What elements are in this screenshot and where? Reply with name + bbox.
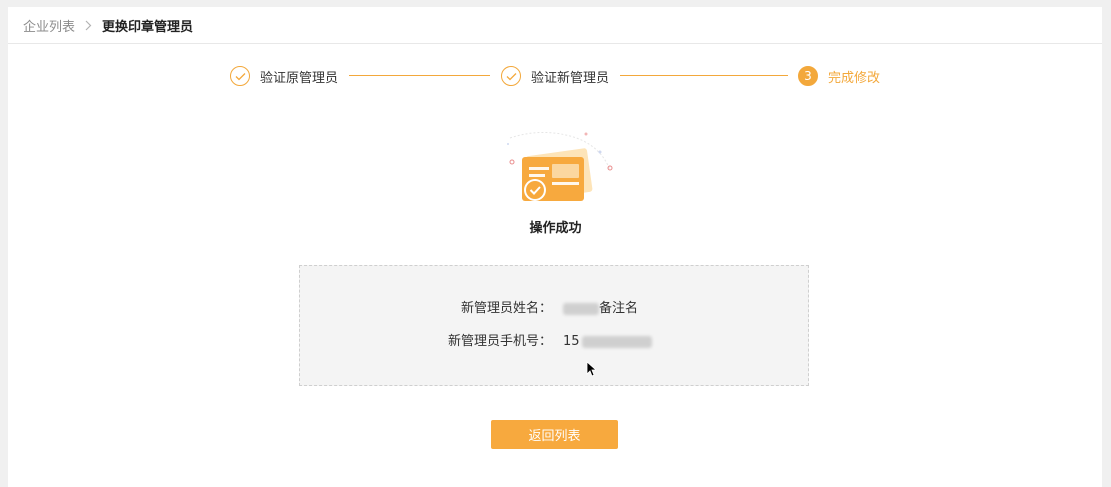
breadcrumb: 企业列表 更换印章管理员 [8, 7, 1102, 44]
admin-phone-label: 新管理员手机号： [447, 334, 552, 349]
breadcrumb-enterprise-list[interactable]: 企业列表 [23, 16, 75, 35]
step-label: 完成修改 [828, 70, 881, 86]
admin-name-label: 新管理员姓名： [460, 301, 552, 316]
admin-phone-row: 新管理员手机号： 15 [300, 333, 810, 351]
redacted-name [563, 303, 599, 315]
admin-phone-value: 15 [563, 333, 652, 351]
mouse-cursor-icon [586, 361, 598, 381]
admin-name-text: 备注名 [599, 301, 639, 316]
admin-name-value: 备注名 [563, 300, 638, 318]
back-to-list-button[interactable]: 返回列表 [491, 420, 618, 449]
admin-phone-text: 15 [563, 334, 580, 349]
redacted-phone [581, 336, 652, 348]
success-message: 操作成功 [529, 221, 582, 236]
step-label: 验证原管理员 [260, 70, 339, 86]
check-icon [501, 66, 521, 86]
step-complete: 3 完成修改 [798, 64, 880, 88]
step-connector [349, 75, 490, 76]
check-icon [230, 66, 250, 86]
new-admin-info-panel: 新管理员姓名： 备注名 新管理员手机号： 15 [299, 265, 809, 386]
step-number-badge: 3 [798, 66, 818, 86]
breadcrumb-current: 更换印章管理员 [102, 19, 194, 35]
step-connector [620, 75, 788, 76]
step-verify-new-admin: 验证新管理员 [501, 64, 609, 88]
step-verify-original-admin: 验证原管理员 [230, 64, 338, 88]
chevron-right-icon [85, 20, 92, 31]
success-card-icon [500, 130, 620, 212]
admin-name-row: 新管理员姓名： 备注名 [300, 300, 810, 318]
step-label: 验证新管理员 [531, 70, 610, 86]
